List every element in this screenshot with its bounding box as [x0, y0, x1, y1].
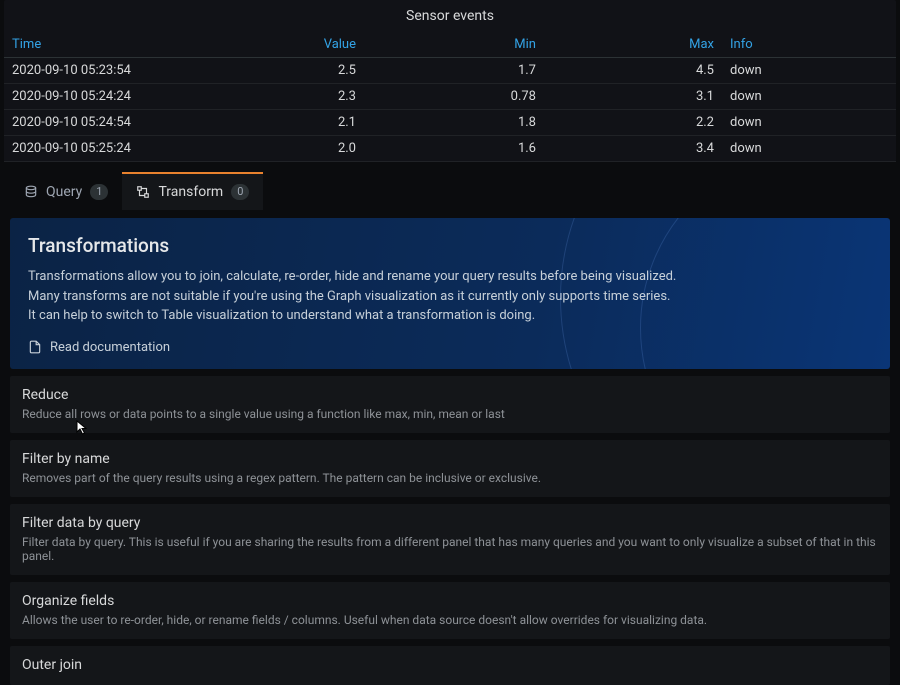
- cell-time: 2020-09-10 05:24:24: [4, 84, 184, 110]
- transformation-option[interactable]: Reduce Reduce all rows or data points to …: [10, 376, 890, 433]
- cell-value: 2.3: [184, 84, 364, 110]
- database-icon: [24, 185, 38, 199]
- transformation-list: Reduce Reduce all rows or data points to …: [10, 376, 890, 685]
- editor-tabs: Query 1 Transform 0: [0, 172, 900, 210]
- cell-info: down: [722, 84, 896, 110]
- panel-title: Sensor events: [4, 0, 896, 32]
- cell-max: 3.4: [544, 136, 722, 162]
- tab-query[interactable]: Query 1: [10, 172, 122, 210]
- transformation-option[interactable]: Outer join: [10, 646, 890, 685]
- table-row[interactable]: 2020-09-10 05:23:542.51.74.5down: [4, 58, 896, 84]
- tab-query-count: 1: [90, 184, 108, 200]
- cell-max: 2.2: [544, 110, 722, 136]
- cell-time: 2020-09-10 05:23:54: [4, 58, 184, 84]
- cell-value: 2.5: [184, 58, 364, 84]
- col-header-max[interactable]: Max: [544, 32, 722, 58]
- cell-max: 4.5: [544, 58, 722, 84]
- col-header-info[interactable]: Info: [722, 32, 896, 58]
- transformation-name: Filter by name: [22, 451, 878, 467]
- col-header-min[interactable]: Min: [364, 32, 544, 58]
- tab-transform[interactable]: Transform 0: [122, 172, 263, 210]
- data-table: Time Value Min Max Info 2020-09-10 05:23…: [4, 32, 896, 162]
- cell-time: 2020-09-10 05:25:24: [4, 136, 184, 162]
- transformation-name: Organize fields: [22, 593, 878, 609]
- tab-query-label: Query: [46, 184, 82, 200]
- cell-info: down: [722, 58, 896, 84]
- cell-max: 3.1: [544, 84, 722, 110]
- sensor-events-panel: Sensor events Time Value Min Max Info 20…: [4, 0, 896, 162]
- transformation-desc: Reduce all rows or data points to a sing…: [22, 407, 878, 421]
- table-row[interactable]: 2020-09-10 05:24:242.30.783.1down: [4, 84, 896, 110]
- file-icon: [28, 340, 42, 354]
- cell-min: 0.78: [364, 84, 544, 110]
- tab-transform-label: Transform: [158, 184, 223, 200]
- transformation-name: Filter data by query: [22, 515, 878, 531]
- cell-info: down: [722, 136, 896, 162]
- transformation-desc: Removes part of the query results using …: [22, 471, 878, 485]
- table-row[interactable]: 2020-09-10 05:24:542.11.82.2down: [4, 110, 896, 136]
- transformation-desc: Allows the user to re-order, hide, or re…: [22, 613, 878, 627]
- tab-transform-count: 0: [231, 184, 249, 200]
- transform-icon: [136, 185, 150, 199]
- cell-time: 2020-09-10 05:24:54: [4, 110, 184, 136]
- cell-value: 2.1: [184, 110, 364, 136]
- col-header-value[interactable]: Value: [184, 32, 364, 58]
- transformation-option[interactable]: Filter by name Removes part of the query …: [10, 440, 890, 497]
- cell-min: 1.8: [364, 110, 544, 136]
- transformation-name: Reduce: [22, 387, 878, 403]
- transformation-name: Outer join: [22, 657, 878, 673]
- cell-min: 1.6: [364, 136, 544, 162]
- table-header-row: Time Value Min Max Info: [4, 32, 896, 58]
- cell-value: 2.0: [184, 136, 364, 162]
- transformation-option[interactable]: Organize fields Allows the user to re-ord…: [10, 582, 890, 639]
- transformation-option[interactable]: Filter data by query Filter data by query…: [10, 504, 890, 575]
- transformations-info-card: Transformations Transformations allow yo…: [10, 218, 890, 369]
- doc-link-label: Read documentation: [50, 340, 170, 355]
- table-row[interactable]: 2020-09-10 05:25:242.01.63.4down: [4, 136, 896, 162]
- transformation-desc: Filter data by query. This is useful if …: [22, 535, 878, 563]
- transform-tab-body: Transformations Transformations allow yo…: [0, 210, 900, 685]
- col-header-time[interactable]: Time: [4, 32, 184, 58]
- cell-info: down: [722, 110, 896, 136]
- cell-min: 1.7: [364, 58, 544, 84]
